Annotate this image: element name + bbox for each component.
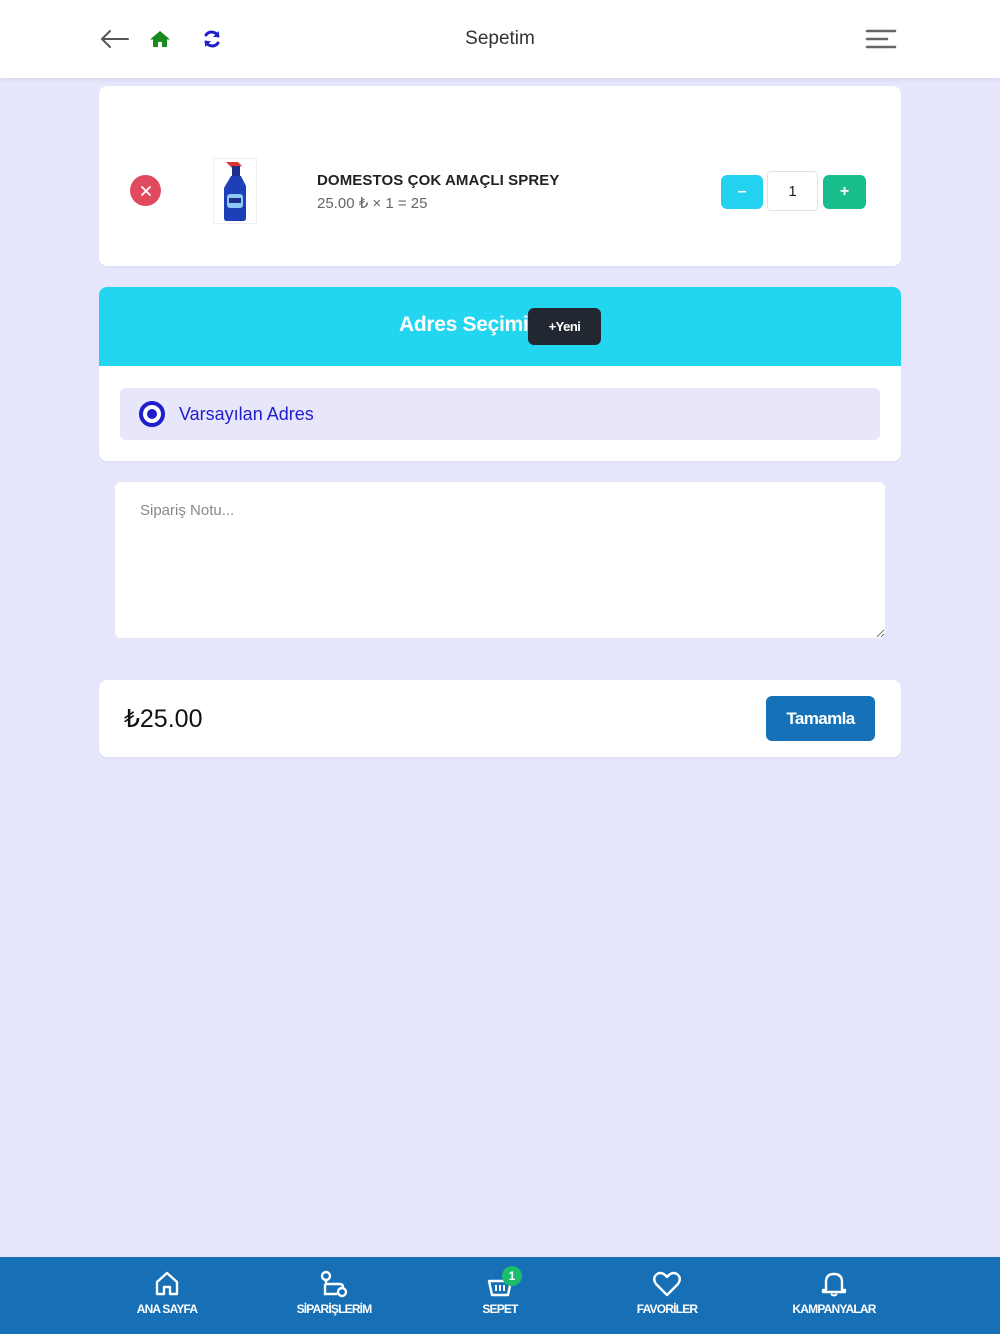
nav-label: SİPARİŞLERİM (296, 1302, 373, 1316)
address-option-label: Varsayılan Adres (179, 404, 314, 424)
basket-icon: 1 (485, 1266, 522, 1299)
nav-item-campaigns[interactable]: KAMPANYALAR (774, 1269, 894, 1316)
nav-label: SEPET (482, 1302, 518, 1316)
route-icon (319, 1269, 349, 1299)
bell-icon (820, 1269, 848, 1299)
address-option-default[interactable]: Varsayılan Adres (120, 388, 880, 440)
nav-item-cart[interactable]: 1 SEPET (440, 1266, 560, 1316)
nav-item-favorites[interactable]: FAVORİLER (607, 1269, 727, 1316)
address-selection-card: Adres Seçimi +Yeni Varsayılan Adres (99, 287, 901, 461)
radio-selected-icon[interactable] (139, 401, 165, 427)
product-name: DOMESTOS ÇOK AMAÇLI SPREY (317, 172, 560, 189)
order-summary-card: ₺25.00 Tamamla (99, 680, 901, 757)
product-image (213, 158, 257, 224)
address-section-title: Adres Seçimi (399, 313, 529, 336)
quantity-decrease-button[interactable]: – (721, 175, 763, 209)
nav-label: KAMPANYALAR (792, 1302, 876, 1316)
page-title: Sepetim (465, 28, 535, 49)
order-total: ₺25.00 (124, 705, 203, 733)
quantity-input[interactable] (767, 171, 818, 211)
new-address-button[interactable]: +Yeni (528, 308, 601, 345)
order-note-textarea[interactable] (115, 482, 885, 638)
cart-item-card: DOMESTOS ÇOK AMAÇLI SPREY 25.00 ₺ × 1 = … (99, 86, 901, 266)
address-header: Adres Seçimi +Yeni (99, 287, 901, 366)
hamburger-menu-icon[interactable] (864, 22, 898, 56)
complete-order-button[interactable]: Tamamla (766, 696, 875, 741)
close-icon (140, 185, 151, 196)
product-price-line: 25.00 ₺ × 1 = 25 (317, 195, 428, 212)
bottom-navigation: ANA SAYFA SİPARİŞLERİM 1 SEPET FAVORİLER… (0, 1257, 1000, 1334)
nav-label: ANA SAYFA (136, 1302, 198, 1316)
nav-item-home[interactable]: ANA SAYFA (107, 1269, 227, 1316)
nav-item-orders[interactable]: SİPARİŞLERİM (274, 1269, 394, 1316)
top-bar: Sepetim (0, 0, 1000, 78)
cart-count-badge: 1 (502, 1266, 522, 1286)
heart-icon (652, 1269, 682, 1299)
home-icon (153, 1269, 181, 1299)
quantity-increase-button[interactable]: + (823, 175, 866, 209)
remove-item-button[interactable] (130, 175, 161, 206)
nav-label: FAVORİLER (636, 1302, 698, 1316)
